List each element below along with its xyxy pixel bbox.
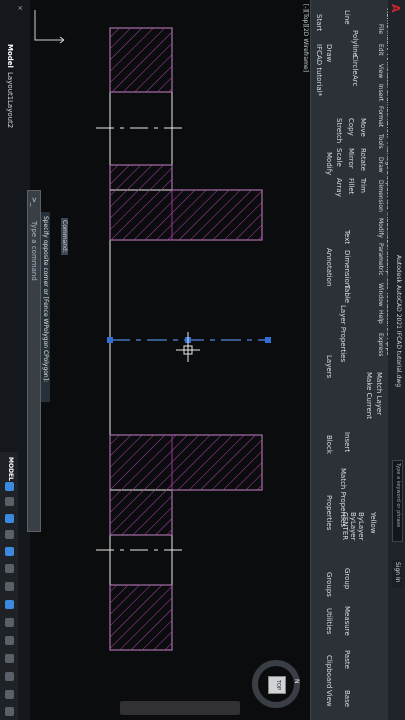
panel-modify-title[interactable]: Modify (325, 152, 333, 175)
move-tool[interactable]: Move (359, 118, 367, 137)
grip-right[interactable] (265, 337, 271, 343)
search-field[interactable]: Type a keyword or phrase (392, 460, 403, 542)
app-title: Autodesk AutoCAD 2021 IFCAD tutorial.dwg (395, 255, 402, 387)
dimension-tool[interactable]: Dimension (343, 250, 351, 287)
menu-express[interactable]: Express (377, 333, 384, 356)
sign-in-button[interactable]: Sign In (392, 560, 402, 588)
ucs-icon (34, 10, 65, 44)
command-line[interactable]: Type a command >_ (27, 190, 41, 532)
panel-block-title[interactable]: Block (325, 435, 333, 454)
match-layer-tool[interactable]: Match Layer (375, 372, 383, 415)
circle-tool[interactable]: Circle (351, 55, 359, 75)
title-bar: A Autodesk AutoCAD 2021 IFCAD tutorial.d… (388, 0, 405, 720)
viewcube[interactable]: TOP N (252, 660, 300, 708)
color-dropdown[interactable]: Yellow (369, 512, 377, 534)
make-current-tool[interactable]: Make Current (365, 372, 373, 419)
compass-north: N (293, 679, 300, 684)
copy-tool[interactable]: Copy (347, 118, 355, 136)
scale-tool[interactable]: Scale (335, 148, 343, 167)
command-prompt-icon: >_ (30, 197, 38, 207)
menu-window[interactable]: Window (377, 283, 384, 307)
tab-model[interactable]: Model (6, 44, 14, 68)
menu-tools[interactable]: Tools (377, 134, 384, 149)
tab-start[interactable]: Start (315, 14, 323, 31)
grip-left[interactable] (107, 337, 113, 343)
lineweight-icon[interactable] (5, 582, 14, 591)
tab-layout2[interactable]: Layout2 (6, 100, 14, 128)
otrack-icon[interactable] (5, 564, 14, 573)
menu-format[interactable]: Format (377, 106, 384, 127)
text-tool[interactable]: Text (343, 230, 351, 244)
line-tool[interactable]: Line (343, 10, 351, 25)
group-tool[interactable]: Group (343, 568, 351, 589)
menu-edit[interactable]: Edit (377, 44, 384, 56)
fillet-tool[interactable]: Fillet (347, 178, 355, 194)
annotation-scale-icon[interactable] (5, 600, 14, 609)
crosshair-cursor (176, 332, 200, 362)
menu-modify[interactable]: Modify (377, 218, 384, 238)
arc-tool[interactable]: Arc (351, 75, 359, 86)
watermark (120, 701, 240, 715)
grid-icon[interactable] (5, 482, 14, 491)
selected-centerline[interactable] (107, 337, 271, 343)
customize-icon[interactable] (5, 707, 14, 716)
menu-parametric[interactable]: Parametric (377, 243, 384, 276)
search-input[interactable]: Type a keyword or phrase (395, 463, 401, 527)
command-input[interactable]: Type a command (30, 221, 38, 281)
stretch-tool[interactable]: Stretch (335, 118, 343, 143)
isolate-icon[interactable] (5, 672, 14, 681)
transparency-dropdown[interactable]: ByLayer (349, 512, 357, 540)
command-history-line: Specify opposite corner or [Fence WPolyg… (42, 216, 49, 383)
panel-utilities-title[interactable]: Utilities (325, 608, 333, 634)
base-tool[interactable]: Base (343, 690, 351, 707)
lineweight-dropdown[interactable]: ByLayer (357, 512, 365, 540)
menu-view[interactable]: View (377, 64, 384, 78)
ortho-icon[interactable] (5, 514, 14, 523)
panel-view-title[interactable]: View (325, 690, 333, 707)
panel-draw-title[interactable]: Draw (325, 44, 333, 62)
panel-annotation-title[interactable]: Annotation (325, 248, 333, 286)
fullscreen-icon[interactable] (5, 690, 14, 699)
command-label: Command: (61, 218, 68, 255)
status-model[interactable]: MODEL (7, 457, 14, 481)
viewcube-top-face[interactable]: TOP (268, 676, 286, 694)
paste-tool[interactable]: Paste (343, 650, 351, 669)
polar-icon[interactable] (5, 530, 14, 539)
menu-help[interactable]: Help (377, 310, 384, 324)
layer-properties-tool[interactable]: Layer Properties (339, 305, 347, 362)
mirror-tool[interactable]: Mirror (347, 148, 355, 169)
insert-tool[interactable]: Insert (343, 432, 351, 452)
viewcube-face-label: TOP (275, 680, 281, 691)
autocad-logo-icon[interactable]: A (389, 4, 402, 13)
tab-document[interactable]: IFCAD tutorial* (315, 44, 323, 96)
workspace-icon[interactable] (5, 618, 14, 627)
menu-draw[interactable]: Draw (377, 157, 384, 173)
close-icon[interactable]: × (16, 5, 24, 11)
tab-layout1[interactable]: Layout1 (6, 72, 14, 100)
measure-tool[interactable]: Measure (343, 606, 351, 636)
quick-properties-icon[interactable] (5, 654, 14, 663)
snap-icon[interactable] (5, 497, 14, 506)
sign-in-label: Sign In (394, 562, 401, 583)
panel-layers-title[interactable]: Layers (325, 355, 333, 378)
polyline-tool[interactable]: Polyline (351, 30, 359, 57)
linetype-dropdown[interactable]: CENTER (341, 512, 349, 540)
panel-properties-title[interactable]: Properties (325, 495, 333, 530)
menu-insert[interactable]: Insert (377, 84, 384, 101)
panel-groups-title[interactable]: Groups (325, 572, 333, 597)
array-tool[interactable]: Array (335, 178, 343, 197)
viewport-label[interactable]: [-][Top][2D Wireframe] (302, 4, 309, 72)
osnap-icon[interactable] (5, 547, 14, 556)
trim-tool[interactable]: Trim (359, 178, 367, 193)
rotate-tool[interactable]: Rotate (359, 148, 367, 171)
status-bar: MODEL (0, 452, 18, 720)
panel-clipboard-title[interactable]: Clipboard (325, 655, 333, 688)
menu-file[interactable]: File (377, 24, 384, 34)
table-tool[interactable]: Table (343, 285, 351, 303)
units-icon[interactable] (5, 636, 14, 645)
menu-dimension[interactable]: Dimension (377, 180, 384, 212)
